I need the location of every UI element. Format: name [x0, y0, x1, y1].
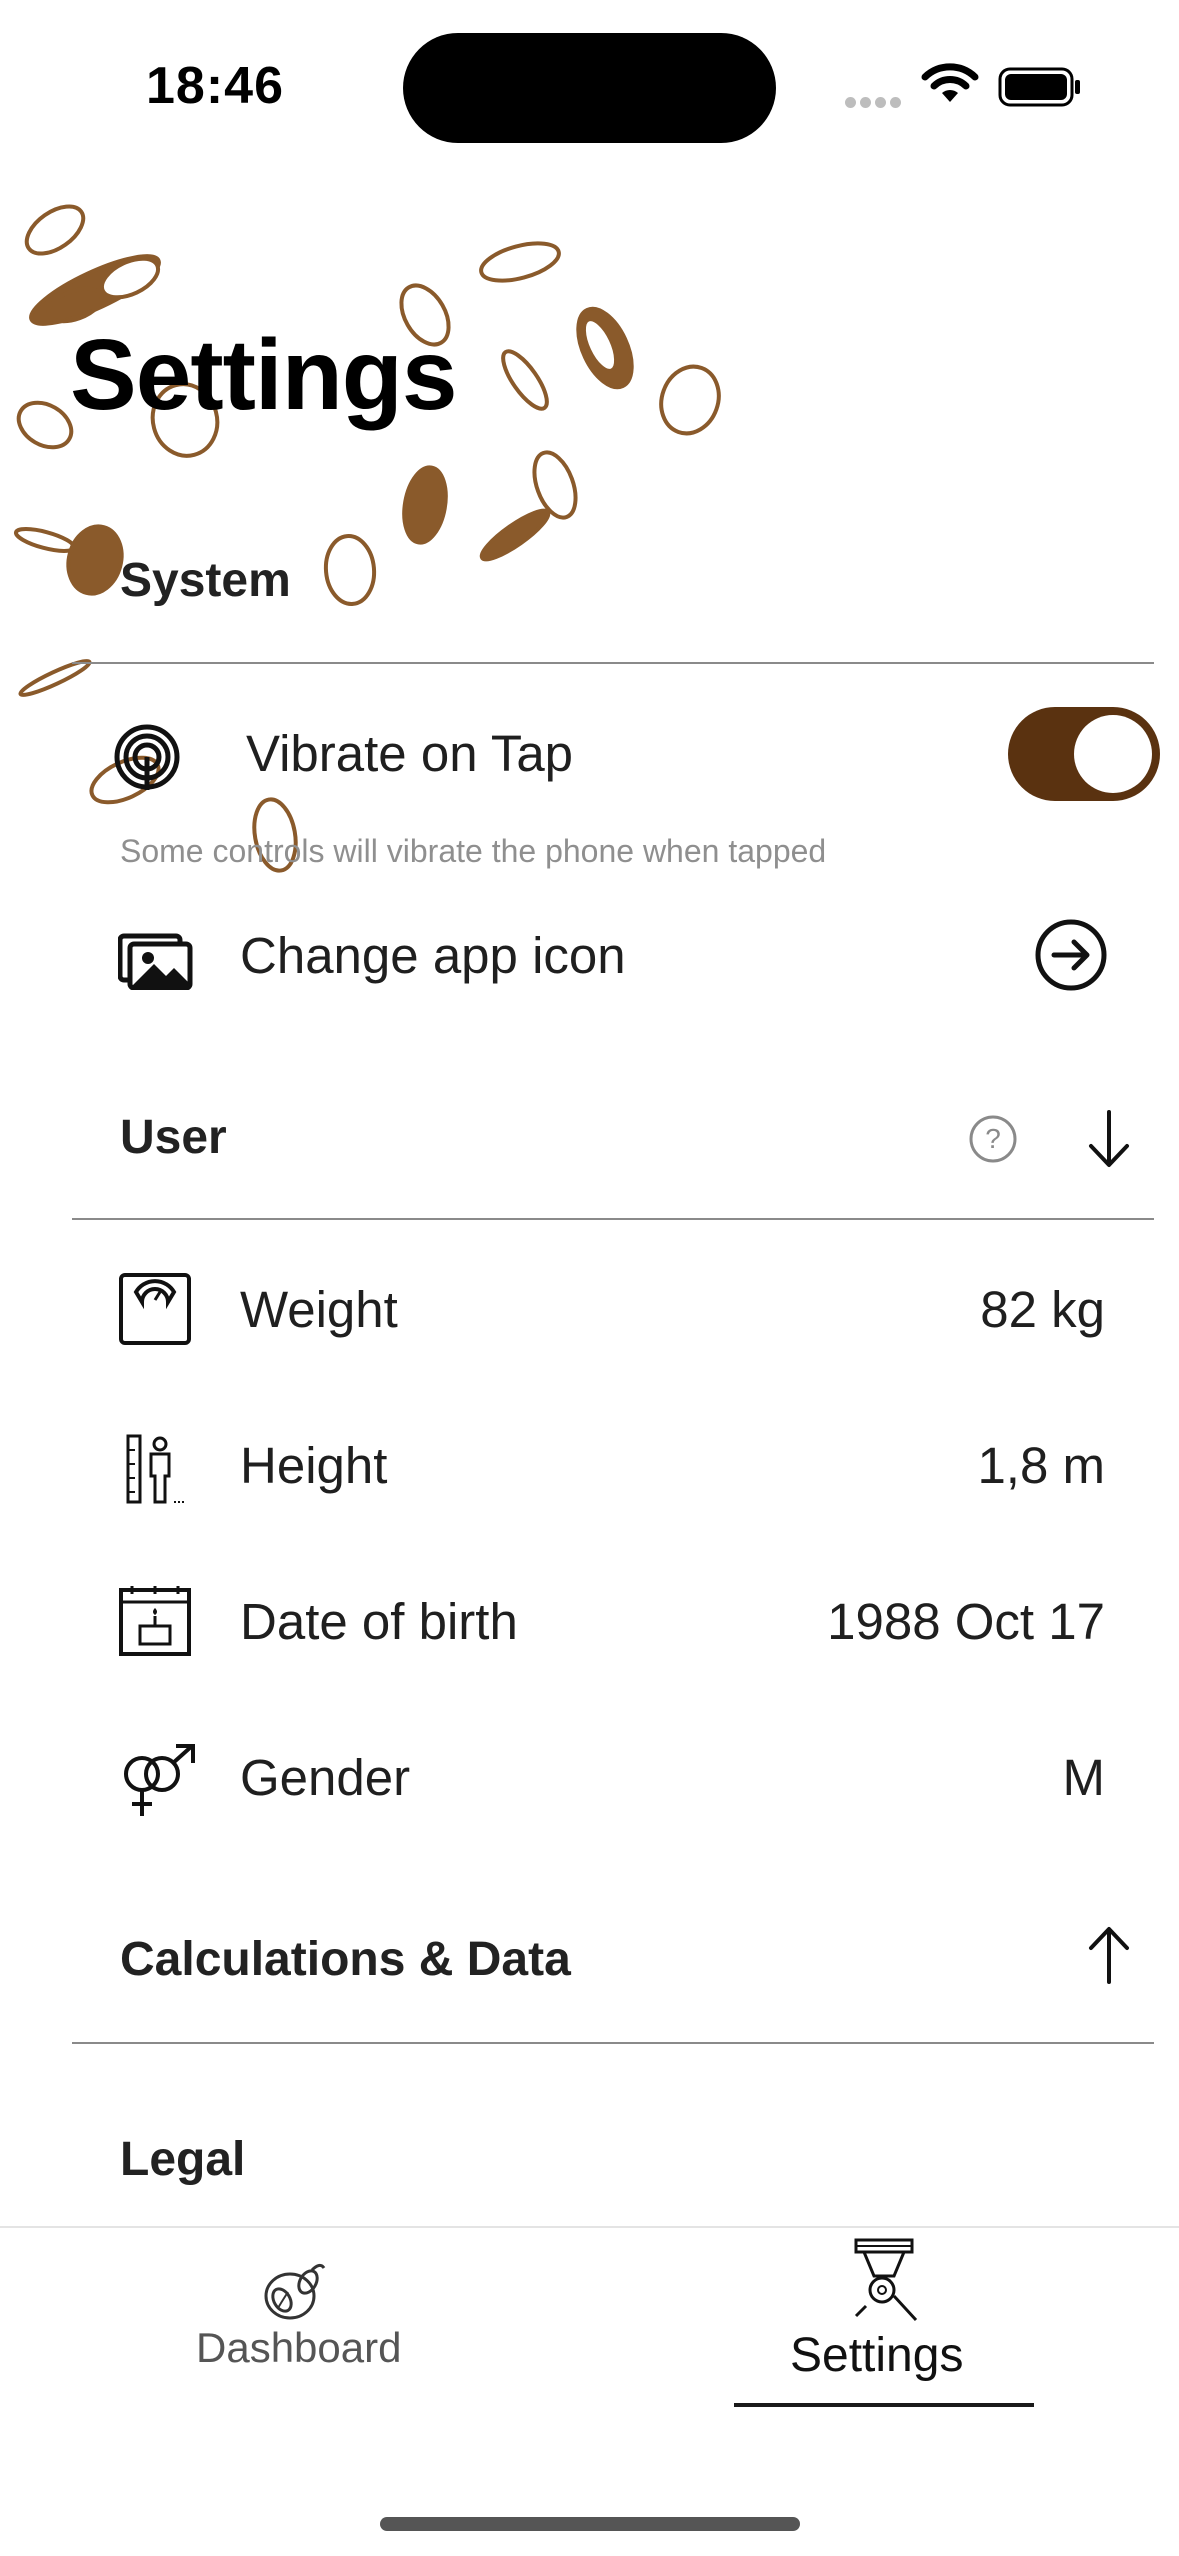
height-row[interactable]: Height 1,8 m [0, 1396, 1179, 1536]
dynamic-island [403, 33, 776, 143]
gender-row[interactable]: Gender M [0, 1708, 1179, 1848]
section-header-system: System [120, 554, 291, 607]
vibrate-hint: Some controls will vibrate the phone whe… [120, 833, 827, 869]
images-icon [118, 933, 193, 990]
help-icon[interactable]: ? [968, 1114, 1018, 1164]
date-of-birth-value: 1988 Oct 17 [827, 1593, 1105, 1650]
tab-dashboard-label: Dashboard [196, 2324, 402, 2371]
weight-label: Weight [240, 1281, 398, 1338]
scale-icon [119, 1273, 191, 1345]
tab-settings-label: Settings [790, 2329, 964, 2382]
svg-text:?: ? [985, 1123, 1001, 1154]
weight-value: 82 kg [980, 1281, 1105, 1338]
change-app-icon-row[interactable]: Change app icon [0, 880, 1179, 1030]
vibrate-toggle[interactable] [1008, 707, 1160, 801]
divider [72, 662, 1154, 664]
tab-bar-divider [0, 2226, 1179, 2228]
date-of-birth-row[interactable]: Date of birth 1988 Oct 17 [0, 1552, 1179, 1692]
gender-value: M [1062, 1749, 1105, 1806]
section-header-calculations: Calculations & Data [120, 1933, 571, 1986]
home-indicator[interactable] [380, 2517, 800, 2531]
user-section-header-row[interactable]: User ? [0, 1100, 1179, 1220]
date-of-birth-label: Date of birth [240, 1593, 518, 1650]
section-header-legal[interactable]: Legal [120, 2132, 245, 2187]
grinder-settings-icon [854, 2238, 918, 2322]
divider [72, 1218, 1154, 1220]
height-icon [126, 1434, 186, 1504]
calculations-section-header-row[interactable]: Calculations & Data [0, 1924, 1179, 2044]
vibrate-on-tap-label: Vibrate on Tap [246, 725, 574, 782]
fingerprint-icon [114, 724, 180, 790]
arrow-up-icon[interactable] [1086, 1924, 1132, 1986]
height-label: Height [240, 1437, 388, 1494]
signal-icon [845, 95, 905, 113]
coffee-beans-icon [264, 2263, 326, 2320]
page-title: Settings [70, 319, 457, 431]
change-app-icon-label: Change app icon [240, 927, 626, 984]
weight-row[interactable]: Weight 82 kg [0, 1240, 1179, 1380]
gender-label: Gender [240, 1749, 411, 1806]
active-tab-indicator [734, 2403, 1034, 2407]
toggle-knob [1074, 715, 1152, 793]
tab-dashboard[interactable]: Dashboard [150, 2240, 440, 2400]
arrow-down-icon[interactable] [1086, 1108, 1132, 1170]
battery-icon [998, 67, 1080, 107]
tab-settings[interactable]: Settings [734, 2236, 1034, 2406]
height-value: 1,8 m [977, 1437, 1105, 1494]
status-time: 18:46 [146, 57, 284, 115]
section-header-user: User [120, 1111, 227, 1164]
wifi-icon [921, 63, 979, 102]
birthday-calendar-icon [119, 1586, 191, 1656]
gender-icon [124, 1744, 195, 1816]
status-bar: 18:46 [0, 0, 1179, 170]
arrow-right-circle-icon[interactable] [1034, 918, 1108, 992]
divider [72, 2042, 1154, 2044]
